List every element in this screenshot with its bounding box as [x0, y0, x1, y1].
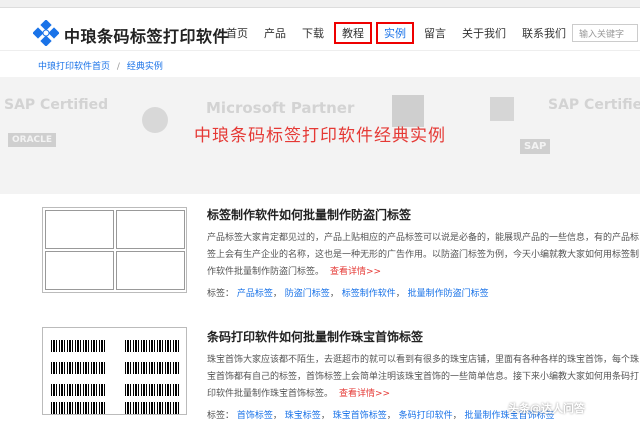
article-2-title[interactable]: 条码打印软件如何批量制作珠宝首饰标签	[207, 328, 423, 345]
article-2-thumbnail[interactable]	[42, 327, 187, 415]
barcode-mark	[51, 402, 105, 414]
nav-contact[interactable]: 联系我们	[514, 22, 574, 44]
partner-mark-sap: SAP Certified	[4, 97, 109, 113]
hero-banner: SAP Certified ORACLE Microsoft Partner S…	[0, 77, 640, 194]
partner-mark-sap-right: SAP Certified	[548, 97, 640, 113]
nav-about[interactable]: 关于我们	[454, 22, 514, 44]
tag-link[interactable]: 防盗门标签	[285, 289, 330, 299]
article-2-desc: 珠宝首饰大家应该都不陌生，去逛超市的就可以看到有很多的珠宝店铺，里面有各种各样的…	[207, 352, 640, 403]
tag-link[interactable]: 标签制作软件	[342, 289, 396, 299]
breadcrumb-separator: /	[116, 62, 120, 72]
nav-download[interactable]: 下载	[294, 22, 332, 44]
brand-name[interactable]: 中琅条码标签打印软件	[64, 23, 229, 47]
article-1-thumbnail[interactable]	[42, 207, 187, 293]
nav-home[interactable]: 首页	[218, 22, 256, 44]
label-cell	[116, 210, 185, 249]
windows-logo-icon	[490, 97, 514, 121]
article-1-more-link[interactable]: 查看详情>>	[330, 267, 381, 277]
breadcrumb: 中琅打印软件首页 / 经典实例	[0, 50, 640, 76]
search-input[interactable]: 输入关键字	[572, 24, 638, 42]
article-1-desc: 产品标签大家肯定都见过的，产品上贴相应的产品标签可以说是必备的，能展现产品的一些…	[207, 230, 640, 281]
nav-products[interactable]: 产品	[256, 22, 294, 44]
breadcrumb-current-link[interactable]: 经典实例	[127, 62, 163, 72]
article-2-desc-text: 珠宝首饰大家应该都不陌生，去逛超市的就可以看到有很多的珠宝店铺，里面有各种各样的…	[207, 355, 640, 399]
tag-link[interactable]: 条码打印软件	[399, 411, 453, 421]
label-cell	[45, 251, 114, 290]
barcode-mark	[125, 340, 179, 352]
barcode-mark	[51, 362, 105, 374]
main-nav: 首页 产品 下载 教程 实例 留言 关于我们 联系我们	[218, 22, 574, 44]
partner-mark-microsoft: Microsoft Partner	[206, 99, 355, 117]
barcode-mark	[51, 384, 105, 396]
label-cell	[45, 210, 114, 249]
barcode-mark	[125, 402, 179, 414]
tag-link[interactable]: 首饰标签	[237, 411, 273, 421]
article-1-tags: 标签： 产品标签， 防盗门标签， 标签制作软件， 批量制作防盗门标签	[207, 289, 489, 299]
site-header: 中琅条码标签打印软件 首页 产品 下载 教程 实例 留言 关于我们 联系我们 输…	[0, 8, 640, 46]
barcode-mark	[125, 362, 179, 374]
article-1-desc-text: 产品标签大家肯定都见过的，产品上贴相应的产品标签可以说是必备的，能展现产品的一些…	[207, 233, 640, 277]
barcode-mark	[125, 384, 179, 396]
tag-link[interactable]: 产品标签	[237, 289, 273, 299]
tags-label: 标签：	[207, 289, 235, 299]
article-1-title[interactable]: 标签制作软件如何批量制作防盗门标签	[207, 206, 411, 223]
label-cell	[116, 251, 185, 290]
nav-message[interactable]: 留言	[416, 22, 454, 44]
browser-bookmark-bar	[0, 0, 640, 8]
tag-link[interactable]: 批量制作防盗门标签	[408, 289, 489, 299]
banner-title: 中琅条码标签打印软件经典实例	[194, 126, 446, 146]
source-watermark: 头条@达人问答	[508, 402, 585, 415]
tag-link[interactable]: 珠宝标签	[285, 411, 321, 421]
breadcrumb-home-link[interactable]: 中琅打印软件首页	[38, 62, 110, 72]
barcode-mark	[51, 340, 105, 352]
tags-label: 标签：	[207, 411, 235, 421]
article-2-more-link[interactable]: 查看详情>>	[339, 389, 390, 399]
brand-logo-icon[interactable]	[33, 20, 59, 46]
nav-tutorials[interactable]: 教程	[334, 22, 372, 44]
article-2-tags: 标签： 首饰标签， 珠宝标签， 珠宝首饰标签， 条码打印软件， 批量制作珠宝首饰…	[207, 411, 555, 421]
tag-link[interactable]: 珠宝首饰标签	[333, 411, 387, 421]
nav-examples[interactable]: 实例	[376, 22, 414, 44]
